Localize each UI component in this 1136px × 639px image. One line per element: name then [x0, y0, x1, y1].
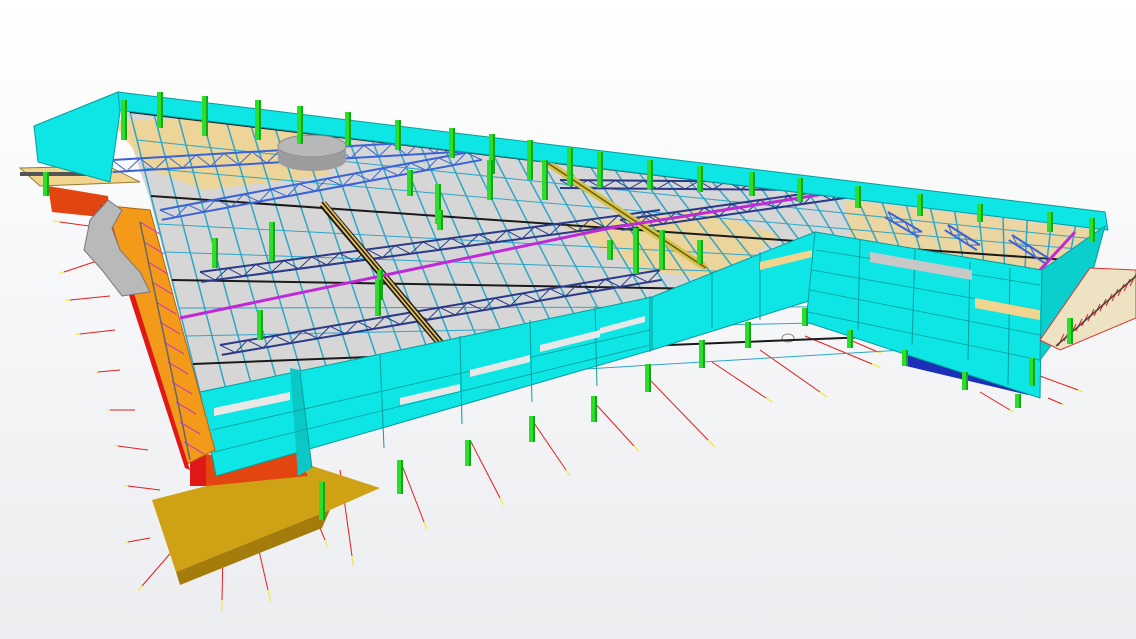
column-shadow: [595, 396, 597, 422]
column-shadow: [546, 160, 548, 200]
column-shadow: [379, 280, 381, 316]
column-shadow: [531, 140, 533, 180]
column-shadow: [611, 240, 613, 260]
column-shadow: [47, 172, 49, 196]
column-shadow: [701, 240, 703, 264]
grid-line-end: [1061, 403, 1064, 406]
column-shadow: [399, 120, 401, 150]
column-shadow: [1019, 394, 1021, 408]
roof-cylinder-top: [277, 134, 347, 158]
column-shadow: [381, 270, 383, 300]
column-shadow: [649, 364, 651, 392]
grid-line-end: [52, 220, 61, 223]
column-shadow: [981, 204, 983, 222]
column-shadow: [601, 152, 603, 188]
truss-web: [1017, 245, 1031, 247]
column-shadow: [859, 186, 861, 208]
column-shadow: [1093, 218, 1095, 242]
structural-model-view[interactable]: [0, 0, 1136, 639]
bim-3d-viewport[interactable]: [0, 0, 1136, 639]
column-shadow: [469, 440, 471, 466]
column-shadow: [906, 350, 908, 366]
column-shadow: [663, 230, 665, 270]
column-shadow: [453, 128, 455, 158]
column-shadow: [801, 178, 803, 202]
column-shadow: [806, 308, 808, 326]
column-shadow: [533, 416, 535, 442]
column-shadow: [301, 106, 303, 144]
column-shadow: [125, 100, 127, 140]
column-shadow: [753, 172, 755, 196]
column-shadow: [441, 210, 443, 230]
column-shadow: [349, 112, 351, 146]
column-shadow: [273, 222, 275, 262]
column-shadow: [701, 166, 703, 192]
column-shadow: [749, 322, 751, 348]
column-shadow: [1033, 358, 1035, 386]
column-shadow: [261, 310, 263, 340]
column-shadow: [1051, 212, 1053, 232]
column-shadow: [1071, 318, 1073, 344]
column-shadow: [966, 372, 968, 390]
column-shadow: [493, 134, 495, 174]
truss-web: [1035, 256, 1049, 259]
column-shadow: [571, 148, 573, 186]
column-shadow: [161, 92, 163, 128]
column-shadow: [851, 330, 853, 348]
column-shadow: [401, 460, 403, 494]
column-shadow: [651, 160, 653, 190]
column-shadow: [206, 96, 208, 136]
column-shadow: [259, 100, 261, 140]
column-shadow: [216, 238, 218, 268]
column-shadow: [323, 482, 325, 520]
column-shadow: [703, 340, 705, 368]
column-shadow: [491, 160, 493, 200]
column-shadow: [921, 194, 923, 216]
column-shadow: [411, 170, 413, 196]
column-shadow: [637, 228, 639, 274]
